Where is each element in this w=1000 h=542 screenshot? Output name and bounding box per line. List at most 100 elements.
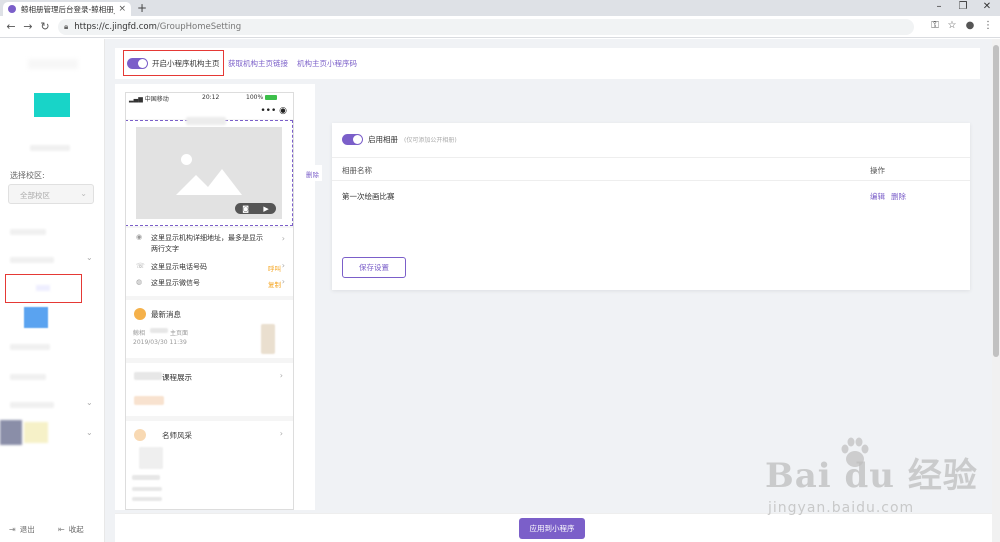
menu-item-label-blurred: [36, 285, 50, 291]
new-tab-icon[interactable]: +: [135, 1, 149, 15]
teacher-photo-blurred: [139, 447, 163, 469]
chevron-down-icon: ⌄: [86, 428, 93, 437]
teacher-icon: [134, 429, 146, 441]
school-label: 选择校区:: [10, 171, 45, 180]
chevron-right-icon: ›: [281, 234, 285, 243]
menu-item-blurred[interactable]: [10, 229, 46, 235]
toggle-switch[interactable]: [127, 57, 148, 69]
collapse-icon: ⇤: [58, 525, 65, 534]
profile-icon[interactable]: ●: [963, 20, 977, 31]
album-toggle[interactable]: 启用相册 (仅可添加公开相册): [342, 134, 457, 145]
page-scrollbar[interactable]: [992, 39, 1000, 542]
tab-close-icon[interactable]: ×: [118, 4, 126, 14]
teacher-title: 名师风采: [162, 431, 192, 440]
carrier: ▂▄▆ 中国移动: [129, 96, 169, 103]
chevron-right-icon: ›: [279, 429, 283, 438]
menu-item-selected[interactable]: [5, 274, 82, 303]
homepage-toggle-label: 开启小程序机构主页: [152, 58, 220, 68]
camera-icon[interactable]: ◙: [242, 205, 249, 213]
favicon-icon: [8, 5, 16, 13]
cover-media-controls[interactable]: ◙ ▶: [235, 203, 276, 214]
contact-info-card: ◉ 这里显示机构详细地址，最多是显示两行文字 › ☏ 这里显示电话号码 呼叫 ›…: [126, 228, 293, 296]
homepage-qrcode-link[interactable]: 机构主页小程序码: [297, 58, 357, 69]
menu-item-blurred-image[interactable]: [24, 307, 48, 328]
maximize-icon[interactable]: ❐: [956, 1, 970, 12]
news-item-blurred: [150, 328, 168, 333]
homepage-toggle[interactable]: 开启小程序机构主页: [123, 50, 224, 76]
album-settings-card: 启用相册 (仅可添加公开相册) 相册名称 操作 第一次绘画比赛 编辑 删除 保存…: [332, 123, 970, 290]
back-icon[interactable]: ←: [4, 20, 18, 33]
delete-album-link[interactable]: 删除: [891, 191, 906, 202]
menu-item-blurred[interactable]: [10, 374, 46, 380]
battery-icon: [265, 95, 278, 100]
homepage-options-bar: 开启小程序机构主页 获取机构主页链接 机构主页小程序码: [115, 48, 980, 79]
sidebar: 选择校区: 全部校区 ⌄ ⌄ ⌄ ⌄ ⇥ 退出 ⇤ 收起: [0, 39, 105, 542]
cover-title-blurred: [186, 117, 226, 125]
miniprogram-capsule-icon: ••• ◉: [260, 106, 287, 116]
url-field[interactable]: 🔒︎ https://c.jingfd.com/GroupHomeSetting: [58, 19, 914, 35]
menu-thumb-blurred[interactable]: [0, 420, 22, 445]
news-item-text2: 主页面: [170, 330, 189, 337]
address-row[interactable]: ◉ 这里显示机构详细地址，最多是显示两行文字: [136, 233, 266, 255]
menu-item-blurred[interactable]: [10, 402, 54, 408]
scrollbar-thumb[interactable]: [993, 45, 999, 357]
school-select-value: 全部校区: [20, 191, 50, 200]
close-window-icon[interactable]: ✕: [980, 1, 994, 12]
col-action: 操作: [870, 166, 885, 175]
phone-row[interactable]: ☏ 这里显示电话号码: [136, 262, 207, 273]
video-icon[interactable]: ▶: [263, 205, 268, 213]
news-thumb-blurred: [261, 324, 275, 354]
reload-icon[interactable]: ↻: [38, 20, 52, 33]
edit-album-link[interactable]: 编辑: [870, 191, 885, 202]
course-section[interactable]: 课程展示 ›: [126, 363, 293, 416]
chevron-down-icon: ⌄: [80, 189, 87, 198]
image-placeholder-icon: ◙ ▶: [136, 127, 282, 219]
star-icon[interactable]: ☆: [945, 20, 959, 31]
news-section[interactable]: 最新消息 鲸相 主页面 2019/03/30 11:39: [126, 300, 293, 358]
more-menu-icon[interactable]: ⋮: [981, 20, 995, 31]
address-text: 这里显示机构详细地址，最多是显示两行文字: [151, 234, 263, 253]
logo: [34, 93, 70, 117]
album-toggle-switch[interactable]: [342, 134, 363, 145]
menu-thumb-blurred[interactable]: [24, 422, 48, 443]
status-time: 20:12: [202, 94, 220, 101]
brand-name-blurred: [28, 59, 78, 69]
minimize-icon[interactable]: –: [932, 1, 946, 12]
save-settings-button[interactable]: 保存设置: [342, 257, 406, 278]
forward-icon[interactable]: →: [21, 20, 35, 33]
teacher-desc-blurred: [132, 497, 162, 501]
album-hint: (仅可添加公开相册): [404, 137, 457, 144]
album-table-header: 相册名称 操作: [332, 157, 970, 181]
address-bar: ← → ↻ 🔒︎ https://c.jingfd.com/GroupHomeS…: [0, 16, 1000, 38]
cover-image-area[interactable]: ◙ ▶: [126, 117, 293, 226]
menu-item-blurred[interactable]: [10, 344, 50, 350]
watermark-url: jingyan.baidu.com: [768, 500, 915, 516]
menu-item-blurred[interactable]: [10, 257, 54, 263]
teacher-name-blurred: [132, 475, 160, 480]
wechat-icon: ◍: [136, 278, 143, 286]
sun-shape: [181, 154, 192, 165]
course-title: 课程展示: [162, 373, 192, 382]
copy-action[interactable]: 复制: [268, 279, 281, 289]
phone-status-bar: ▂▄▆ 中国移动 20:12 100%: [126, 93, 293, 103]
collapse-label: 收起: [68, 525, 84, 534]
collapse-button[interactable]: ⇤ 收起: [58, 524, 84, 535]
call-action[interactable]: 呼叫: [268, 263, 281, 273]
page: 选择校区: 全部校区 ⌄ ⌄ ⌄ ⌄ ⇥ 退出 ⇤ 收起 开启小程序机构主页 获…: [0, 39, 992, 542]
chevron-right-icon: ›: [281, 277, 285, 286]
apply-to-miniprogram-button[interactable]: 应用到小程序: [519, 518, 585, 539]
browser-tab[interactable]: 鲸相册管理后台登录-鲸相册_企业... ×: [3, 2, 131, 16]
teacher-section[interactable]: 名师风采 ›: [126, 421, 293, 509]
album-row-name: 第一次绘画比赛: [342, 192, 395, 201]
key-icon[interactable]: ⚿: [928, 20, 942, 31]
news-item-text: 鲸相: [133, 330, 146, 337]
get-homepage-link[interactable]: 获取机构主页链接: [228, 58, 288, 69]
wechat-row[interactable]: ◍ 这里显示微信号: [136, 278, 200, 289]
delete-cover-button[interactable]: 删除: [303, 165, 322, 181]
chevron-down-icon: ⌄: [86, 253, 93, 262]
mountain-shape: [176, 169, 242, 195]
school-select[interactable]: 全部校区 ⌄: [8, 184, 94, 204]
logout-button[interactable]: ⇥ 退出: [9, 524, 35, 535]
status-right: 100%: [246, 94, 278, 101]
tab-title: 鲸相册管理后台登录-鲸相册_企业...: [21, 4, 116, 14]
